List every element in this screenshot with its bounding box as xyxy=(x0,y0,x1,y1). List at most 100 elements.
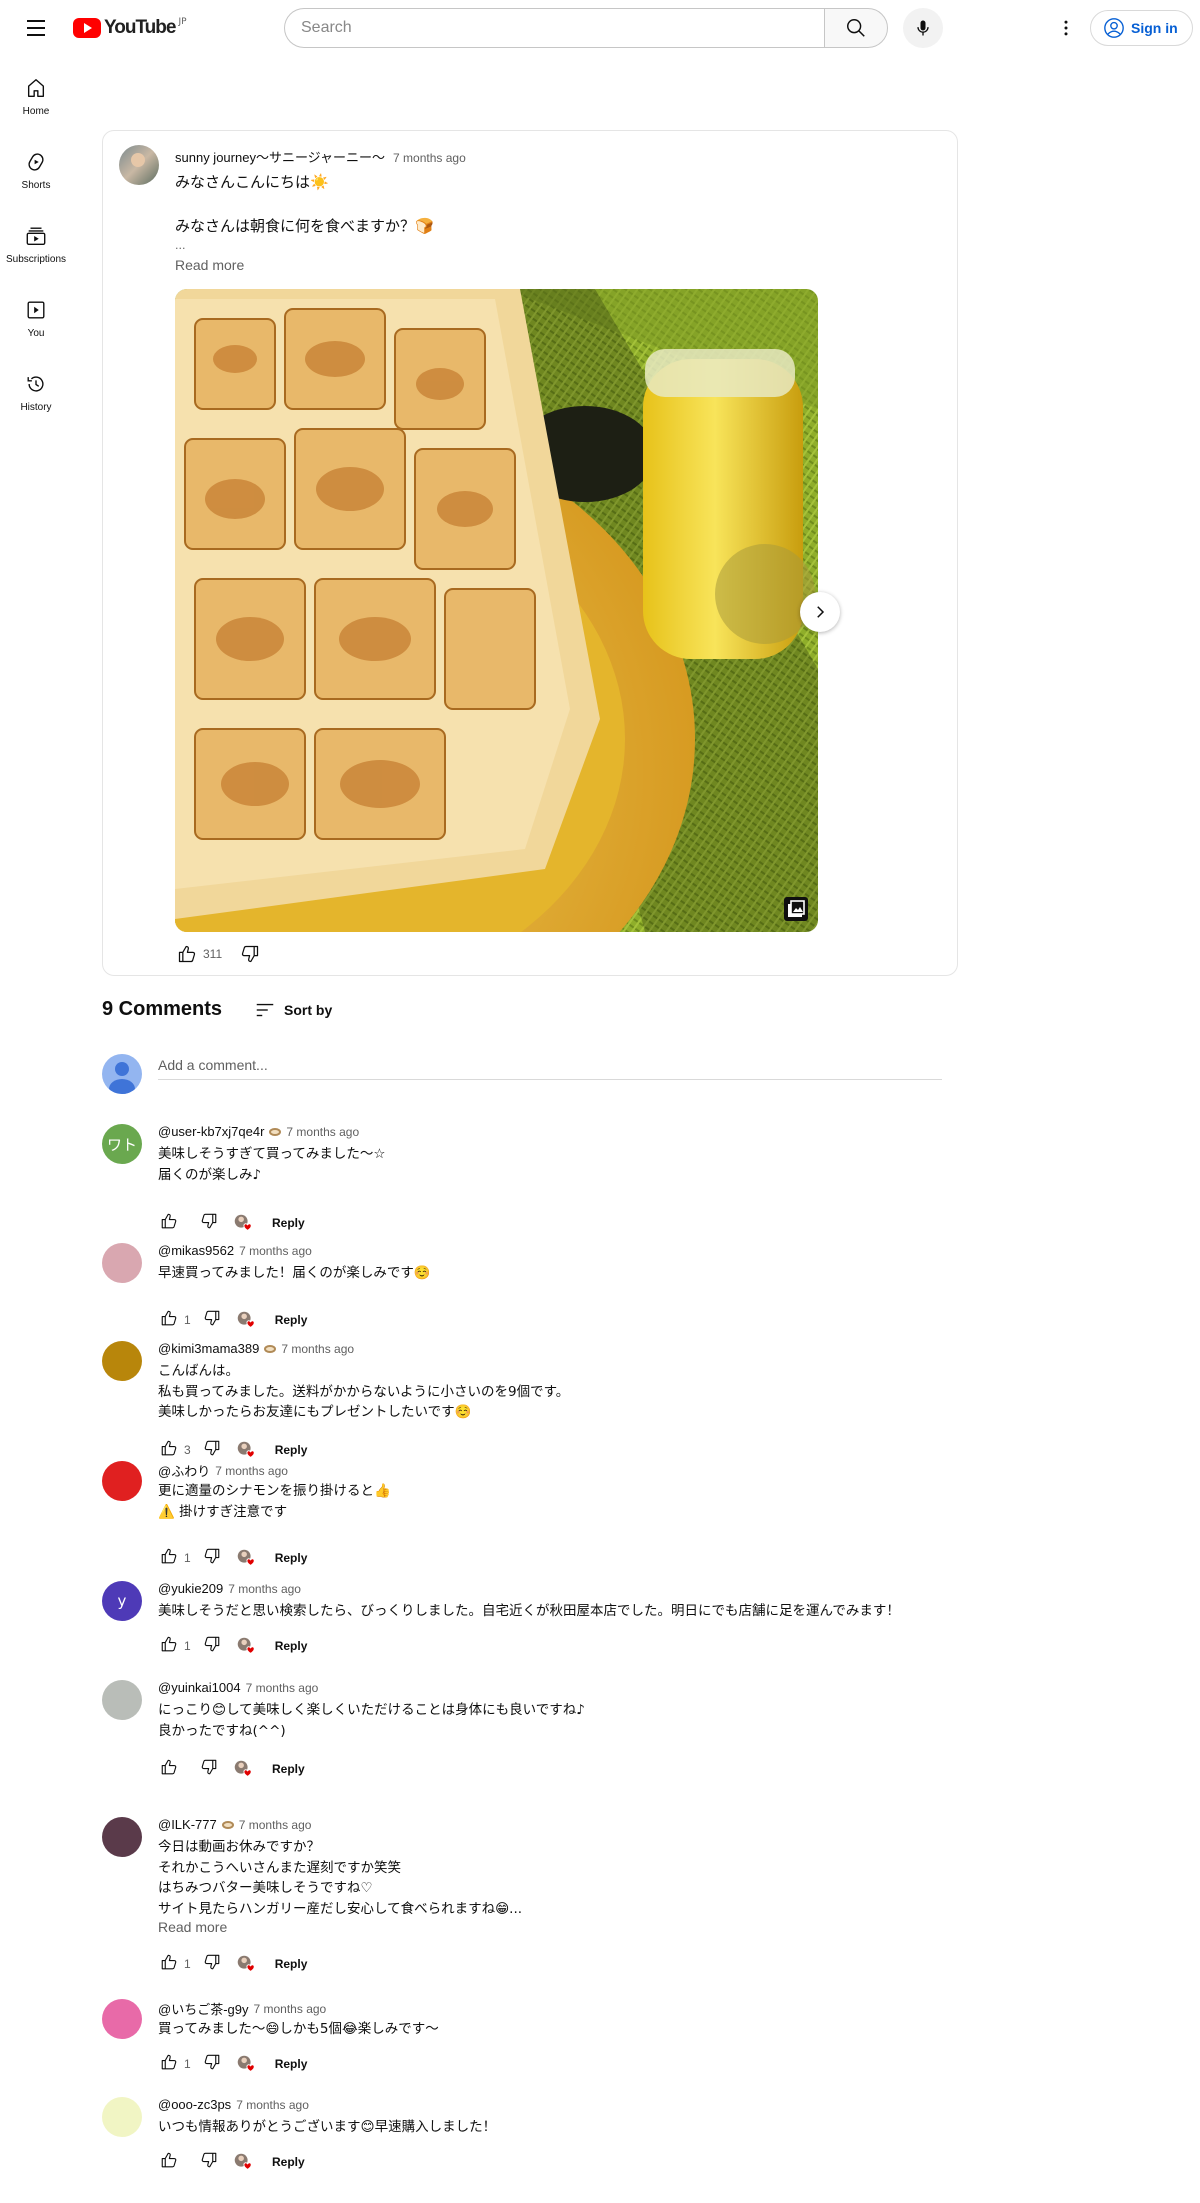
thumbs-up-icon xyxy=(160,1547,178,1569)
honey-toast-photo xyxy=(175,289,818,932)
commenter-avatar[interactable]: ワト xyxy=(102,1124,142,1164)
next-image-button[interactable] xyxy=(800,592,840,632)
community-post: sunny journey〜サニージャーニー〜 7 months ago みなさ… xyxy=(102,130,958,976)
settings-more-button[interactable] xyxy=(1048,10,1084,46)
post-image[interactable] xyxy=(175,289,818,932)
reply-button[interactable]: Reply xyxy=(275,1551,308,1565)
voice-search-button[interactable] xyxy=(903,8,943,48)
guide-item-home[interactable]: Home xyxy=(0,56,72,130)
thumbs-up-icon xyxy=(160,1309,178,1331)
add-comment-input[interactable]: Add a comment... xyxy=(158,1054,942,1080)
reply-button[interactable]: Reply xyxy=(275,1639,308,1653)
commenter-avatar[interactable] xyxy=(102,1243,142,1283)
comment-author[interactable]: @mikas9562 xyxy=(158,1243,234,1258)
comment-text: いつも情報ありがとうございます😊早速購入しました！ xyxy=(158,2119,497,2135)
reply-button[interactable]: Reply xyxy=(275,1957,308,1971)
comment-like-button[interactable] xyxy=(154,1631,184,1661)
comments-header: 9 Comments Sort by xyxy=(102,998,332,1021)
commenter-avatar[interactable] xyxy=(102,1341,142,1381)
guide-label: Home xyxy=(22,106,50,117)
sort-by-button[interactable]: Sort by xyxy=(254,999,332,1021)
youtube-logo[interactable]: YouTube JP xyxy=(73,17,187,39)
like-button[interactable] xyxy=(171,938,203,970)
comment-author[interactable]: @yuinkai1004 xyxy=(158,1680,241,1695)
reply-button[interactable]: Reply xyxy=(275,2057,308,2071)
sign-in-button[interactable]: Sign in xyxy=(1090,10,1193,46)
commenter-avatar[interactable] xyxy=(102,1680,142,1720)
comment-timestamp[interactable]: 7 months ago xyxy=(215,1464,288,1478)
thumbs-up-icon xyxy=(160,2151,178,2173)
comment-like-button[interactable] xyxy=(154,2147,184,2177)
comment-timestamp[interactable]: 7 months ago xyxy=(281,1342,354,1356)
account-icon xyxy=(1104,18,1124,38)
comment-timestamp[interactable]: 7 months ago xyxy=(286,1125,359,1139)
channel-avatar[interactable] xyxy=(119,145,159,185)
comment-author[interactable]: @いちご茶-g9y xyxy=(158,1999,249,2018)
comment-timestamp[interactable]: 7 months ago xyxy=(254,2002,327,2016)
guide-item-shorts[interactable]: Shorts xyxy=(0,130,72,204)
comment-read-more[interactable]: Read more xyxy=(158,1919,227,1935)
commenter-avatar[interactable]: y xyxy=(102,1581,142,1621)
search-input[interactable] xyxy=(284,8,824,48)
comment-like-button[interactable] xyxy=(154,1305,184,1335)
reply-button[interactable]: Reply xyxy=(272,1762,305,1776)
commenter-avatar[interactable] xyxy=(102,1461,142,1501)
comment-dislike-button[interactable] xyxy=(197,1631,227,1661)
comment-timestamp[interactable]: 7 months ago xyxy=(239,1244,312,1258)
comment-like-count: 1 xyxy=(184,2057,191,2071)
comment-header: @mikas9562 7 months ago xyxy=(158,1243,312,1258)
comment-like-button[interactable] xyxy=(154,1543,184,1573)
commenter-avatar[interactable] xyxy=(102,1999,142,2039)
comment-timestamp[interactable]: 7 months ago xyxy=(246,1681,319,1695)
comment-like-button[interactable] xyxy=(154,1208,184,1238)
member-badge-icon xyxy=(221,1820,234,1829)
comment-author[interactable]: @ooo-zc3ps xyxy=(158,2097,231,2112)
creator-heart-icon xyxy=(231,1305,261,1335)
thumbs-down-icon xyxy=(200,2151,218,2173)
reply-button[interactable]: Reply xyxy=(275,1313,308,1327)
comment-dislike-button[interactable] xyxy=(194,1208,224,1238)
comment-timestamp[interactable]: 7 months ago xyxy=(228,1582,301,1596)
post-author[interactable]: sunny journey〜サニージャーニー〜 xyxy=(175,147,385,166)
comment-dislike-button[interactable] xyxy=(194,1754,224,1784)
comment-like-button[interactable] xyxy=(154,2049,184,2079)
dislike-button[interactable] xyxy=(234,938,266,970)
reply-button[interactable]: Reply xyxy=(272,1216,305,1230)
sort-icon xyxy=(256,1003,274,1016)
comment-header: @kimi3mama389 7 months ago xyxy=(158,1341,354,1356)
menu-icon[interactable] xyxy=(24,16,48,40)
reply-button[interactable]: Reply xyxy=(275,1443,308,1457)
search-box xyxy=(284,8,888,48)
comment-like-button[interactable] xyxy=(154,1754,184,1784)
logo-text: YouTube xyxy=(104,17,176,38)
search-button[interactable] xyxy=(824,8,888,48)
guide-item-you[interactable]: You xyxy=(0,278,72,352)
comment-author[interactable]: @yukie209 xyxy=(158,1581,223,1596)
comment-dislike-button[interactable] xyxy=(197,1949,227,1979)
comment-author[interactable]: @ふわり xyxy=(158,1461,210,1480)
guide-item-subscriptions[interactable]: Subscriptions xyxy=(0,204,72,278)
comment-dislike-button[interactable] xyxy=(197,2049,227,2079)
comment-timestamp[interactable]: 7 months ago xyxy=(239,1818,312,1832)
shorts-icon xyxy=(24,150,48,174)
comment-like-button[interactable] xyxy=(154,1949,184,1979)
guide-item-history[interactable]: History xyxy=(0,352,72,426)
comment-author[interactable]: @kimi3mama389 xyxy=(158,1341,259,1356)
comment-dislike-button[interactable] xyxy=(197,1305,227,1335)
comment-author[interactable]: @user-kb7xj7qe4r xyxy=(158,1124,264,1139)
comment-header: @ooo-zc3ps 7 months ago xyxy=(158,2097,309,2112)
comment-timestamp[interactable]: 7 months ago xyxy=(236,2098,309,2112)
post-timestamp[interactable]: 7 months ago xyxy=(393,151,466,165)
commenter-avatar[interactable] xyxy=(102,2097,142,2137)
comment-header: @いちご茶-g9y 7 months ago xyxy=(158,1999,326,2018)
commenter-avatar[interactable] xyxy=(102,1817,142,1857)
comment-author[interactable]: @ILK-777 xyxy=(158,1817,217,1832)
comment-dislike-button[interactable] xyxy=(197,1543,227,1573)
youtube-play-icon xyxy=(73,18,101,38)
masthead: YouTube JP Sign in xyxy=(0,0,1200,56)
add-comment-box: Add a comment... xyxy=(102,1054,942,1094)
comment-text: 今日は動画お休みですか？ それかこうへいさんまた遅刻ですか笑笑 はちみつバター美… xyxy=(158,1839,523,1917)
read-more-button[interactable]: Read more xyxy=(175,257,244,273)
comment-dislike-button[interactable] xyxy=(194,2147,224,2177)
reply-button[interactable]: Reply xyxy=(272,2155,305,2169)
